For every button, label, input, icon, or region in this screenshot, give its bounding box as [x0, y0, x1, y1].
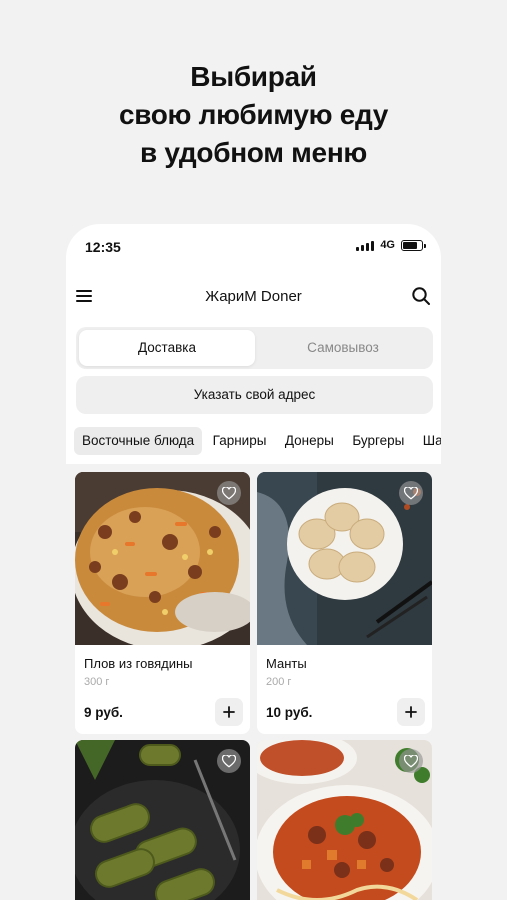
- phone-screen: 12:35 4G ЖариМ Doner Доставка Самовывоз …: [66, 224, 441, 900]
- signal-icon: [356, 240, 375, 251]
- delivery-toggle: Доставка Самовывоз: [76, 327, 433, 369]
- add-to-cart-button[interactable]: [397, 698, 425, 726]
- product-card[interactable]: Манты 200 г 10 руб.: [257, 472, 432, 734]
- pickup-option[interactable]: Самовывоз: [255, 330, 431, 366]
- category-tab-eastern[interactable]: Восточные блюда: [74, 427, 203, 455]
- product-grid: Плов из говядины 300 г 9 руб. Манты 200 …: [66, 464, 441, 900]
- manty-photo: [257, 472, 432, 645]
- favorite-heart-icon[interactable]: [399, 481, 423, 505]
- promo-line-2: свою любимую еду: [118, 99, 389, 130]
- favorite-heart-icon[interactable]: [217, 481, 241, 505]
- favorite-heart-icon[interactable]: [399, 749, 423, 773]
- category-tabs: Восточные блюда Гарниры Донеры Бургеры Ш…: [74, 427, 441, 457]
- address-button[interactable]: Указать свой адрес: [76, 376, 433, 414]
- status-time: 12:35: [85, 239, 121, 255]
- battery-icon: [401, 239, 426, 251]
- promo-headline: Выбирай свою любимую еду в удобном меню: [0, 58, 507, 172]
- product-name: Манты: [266, 656, 307, 671]
- delivery-option[interactable]: Доставка: [79, 330, 255, 366]
- dolma-photo: [75, 740, 250, 900]
- lagman-photo: [257, 740, 432, 900]
- product-card[interactable]: [257, 740, 432, 900]
- product-price: 9 руб.: [84, 705, 123, 720]
- search-icon[interactable]: [411, 286, 431, 306]
- category-tab-doners[interactable]: Донеры: [277, 427, 342, 455]
- plus-icon: [405, 706, 417, 718]
- product-card[interactable]: [75, 740, 250, 900]
- promo-line-1: Выбирай: [190, 61, 317, 92]
- product-price: 10 руб.: [266, 705, 313, 720]
- category-tab-burgers[interactable]: Бургеры: [344, 427, 412, 455]
- app-bar: ЖариМ Doner: [66, 282, 441, 312]
- category-tab-shawarma[interactable]: Шаурма: [415, 427, 441, 455]
- status-bar: 12:35 4G: [66, 224, 441, 268]
- favorite-heart-icon[interactable]: [217, 749, 241, 773]
- plus-icon: [223, 706, 235, 718]
- add-to-cart-button[interactable]: [215, 698, 243, 726]
- app-title: ЖариМ Doner: [205, 288, 302, 305]
- plov-photo: [75, 472, 250, 645]
- network-label: 4G: [380, 239, 395, 251]
- product-card[interactable]: Плов из говядины 300 г 9 руб.: [75, 472, 250, 734]
- product-weight: 200 г: [266, 676, 292, 688]
- promo-line-3: в удобном меню: [139, 137, 368, 168]
- product-name: Плов из говядины: [84, 656, 193, 671]
- product-weight: 300 г: [84, 676, 110, 688]
- category-tab-sides[interactable]: Гарниры: [205, 427, 275, 455]
